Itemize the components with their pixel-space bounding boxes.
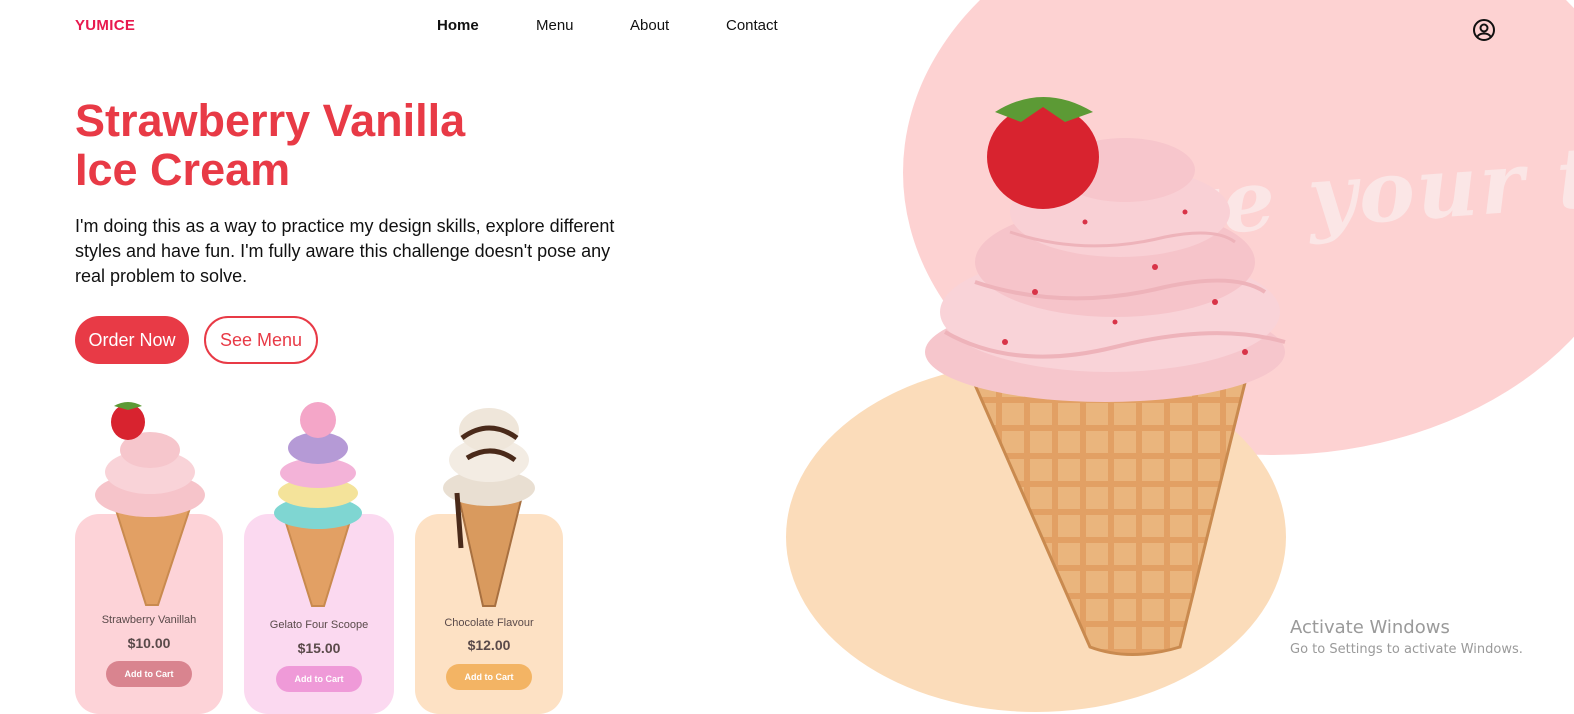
add-to-cart-button[interactable]: Add to Cart xyxy=(276,666,362,692)
watermark-line1: Activate Windows xyxy=(1290,617,1450,638)
add-to-cart-button[interactable]: Add to Cart xyxy=(106,661,192,687)
see-menu-button[interactable]: See Menu xyxy=(204,316,318,364)
product-price: $15.00 xyxy=(297,640,341,656)
add-to-cart-button[interactable]: Add to Cart xyxy=(446,664,532,690)
user-circle-icon[interactable] xyxy=(1472,18,1496,42)
nav-contact[interactable]: Contact xyxy=(726,17,778,34)
product-image-strawberry xyxy=(95,402,205,606)
hero-title-line2: Ice Cream xyxy=(75,144,291,195)
product-price: $10.00 xyxy=(127,635,171,651)
hero-description: I'm doing this as a way to practice my d… xyxy=(75,216,615,286)
main-nav: Home Menu About Contact xyxy=(0,17,1574,37)
hero-title: Strawberry Vanilla Ice Cream xyxy=(75,96,595,194)
nav-about[interactable]: About xyxy=(630,17,669,34)
watermark-line2: Go to Settings to activate Windows. xyxy=(1290,642,1523,657)
windows-activation-watermark: Activate Windows Go to Settings to activ… xyxy=(1290,617,1523,657)
hero-ice-cream-image xyxy=(925,97,1286,656)
nav-menu[interactable]: Menu xyxy=(536,17,574,34)
product-price: $12.00 xyxy=(467,637,511,653)
product-name: Chocolate Flavour xyxy=(444,617,534,629)
order-now-button[interactable]: Order Now xyxy=(75,316,189,364)
nav-home[interactable]: Home xyxy=(437,17,479,34)
product-name: Gelato Four Scoope xyxy=(269,619,369,631)
hero-title-line1: Strawberry Vanilla xyxy=(75,95,466,146)
product-name: Strawberry Vanillah xyxy=(101,614,197,626)
product-image-chocolate xyxy=(443,408,535,607)
product-image-gelato xyxy=(274,402,362,607)
